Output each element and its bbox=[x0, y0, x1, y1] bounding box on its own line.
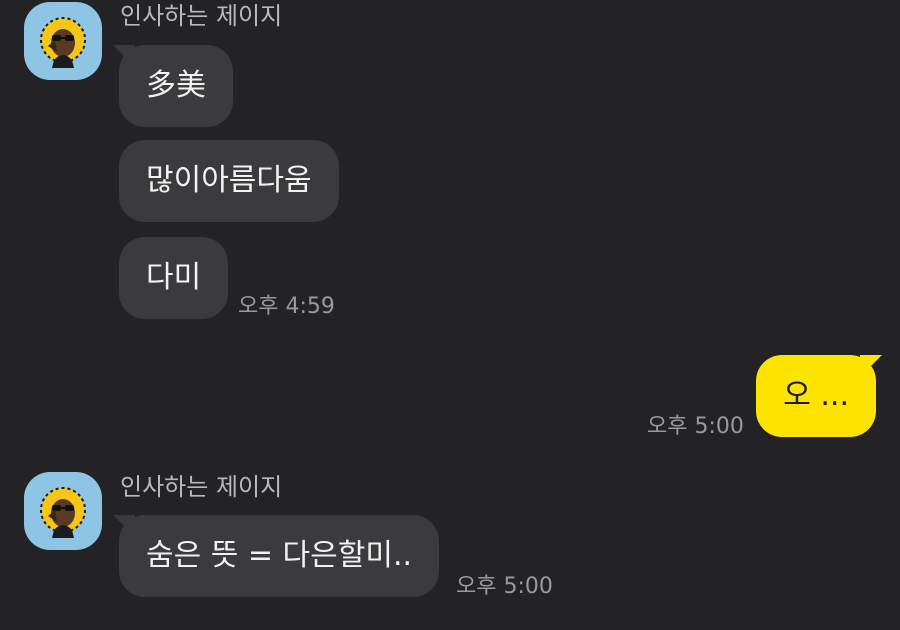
message-bubble[interactable]: 많이아름다움 bbox=[119, 140, 339, 222]
jay-g-avatar-icon[interactable] bbox=[24, 472, 102, 550]
jay-g-avatar-icon[interactable] bbox=[24, 2, 102, 80]
chat-room: 인사하는 제이지 多美 많이아름다움 다미 오후 4:59 오 ... 오후 5… bbox=[0, 0, 900, 630]
sender-name: 인사하는 제이지 bbox=[120, 473, 283, 501]
my-message-bubble[interactable]: 오 ... bbox=[756, 355, 876, 437]
message-timestamp: 오후 5:00 bbox=[647, 414, 744, 439]
message-timestamp: 오후 5:00 bbox=[456, 574, 553, 599]
sender-name: 인사하는 제이지 bbox=[120, 2, 283, 30]
message-bubble[interactable]: 다미 bbox=[119, 237, 229, 319]
message-timestamp: 오후 4:59 bbox=[238, 294, 335, 319]
message-bubble[interactable]: 숨은 뜻 = 다은할미.. bbox=[119, 515, 440, 597]
message-bubble[interactable]: 多美 bbox=[119, 45, 233, 127]
